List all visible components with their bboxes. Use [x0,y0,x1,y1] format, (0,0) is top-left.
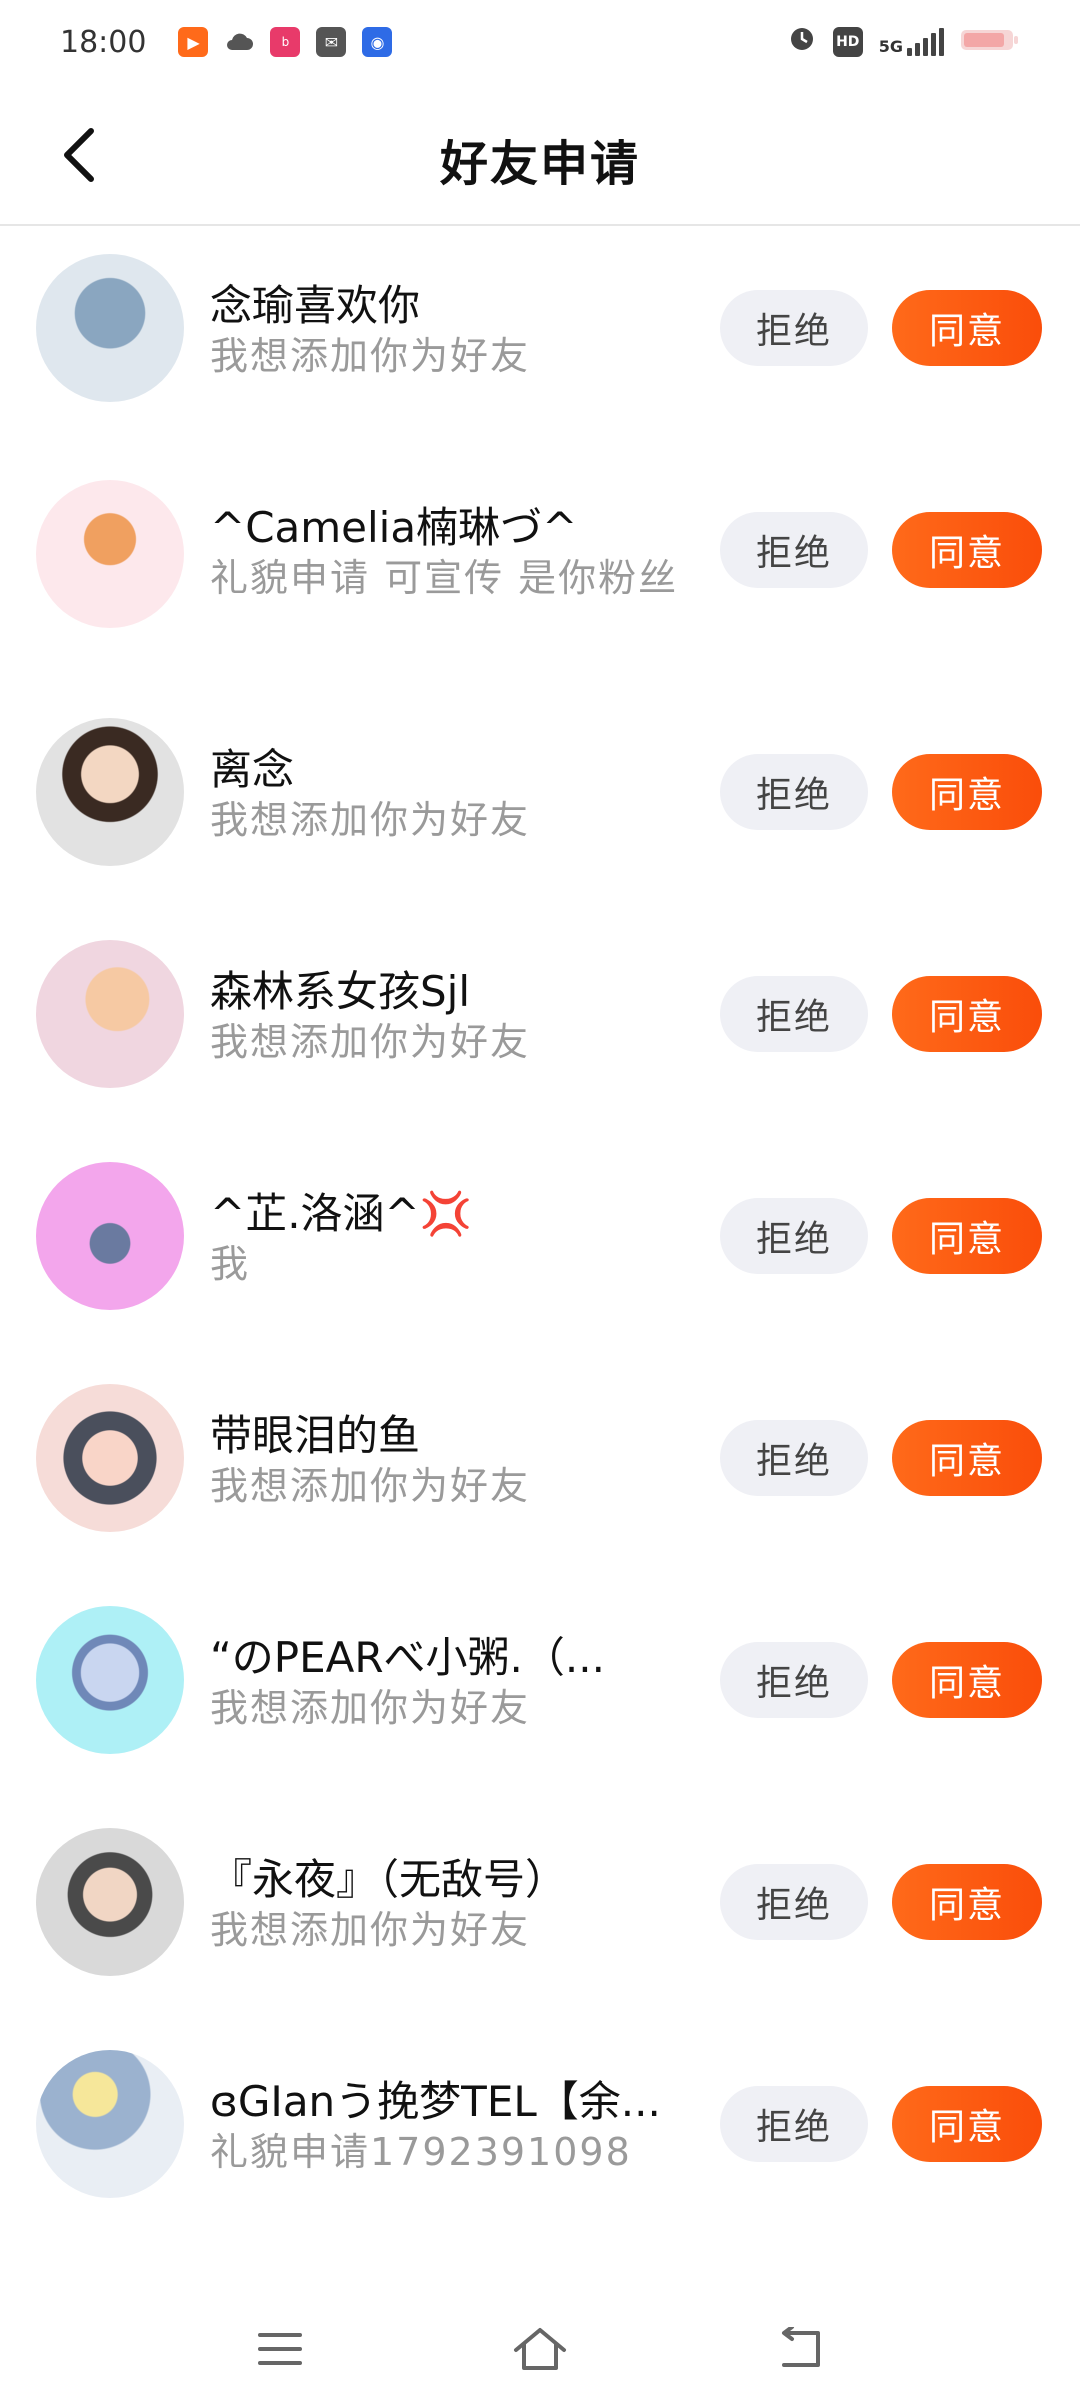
reject-button[interactable]: 拒绝 [720,754,868,830]
accept-button[interactable]: 同意 [892,1420,1042,1496]
list-item: ɞGIanう挽梦TEL【余... 礼貌申请1792391098 拒绝 同意 [0,2042,1080,2264]
list-item: 离念 我想添加你为好友 拒绝 同意 [0,710,1080,932]
request-message: 礼貌申请1792391098 [210,2130,632,2174]
cloud-icon [224,27,254,57]
avatar[interactable] [36,1828,184,1976]
request-name: ^Camelia楠琳づ^ [210,503,578,552]
accept-button[interactable]: 同意 [892,1864,1042,1940]
reject-button[interactable]: 拒绝 [720,976,868,1052]
list-item: ^芷.洛涵^💢 我 拒绝 同意 [0,1154,1080,1376]
menu-icon [258,2333,302,2365]
list-item: 森林系女孩Sjl 我想添加你为好友 拒绝 同意 [0,932,1080,1154]
system-nav-bar [0,2290,1080,2408]
bilibili-icon: b [270,27,301,57]
request-message: 我想添加你为好友 [210,1464,531,1508]
network-label: 5G [878,37,903,56]
status-right: HD 5G [787,23,1020,61]
accept-button[interactable]: 同意 [892,512,1042,588]
mail-icon: ✉ [316,27,347,57]
app-header: 好友申请 [0,84,1080,226]
request-message: 我想添加你为好友 [210,1686,531,1730]
reject-button[interactable]: 拒绝 [720,1420,868,1496]
status-left: 18:00 ▶ b ✉ ◉ [60,24,393,60]
list-item: “のPEARべ小粥.（... 我想添加你为好友 拒绝 同意 [0,1598,1080,1820]
page-title: 好友申请 [439,136,640,192]
baidu-icon: ◉ [362,27,393,57]
request-name: 带眼泪的鱼 [210,1411,421,1460]
request-message: 我想添加你为好友 [210,798,531,842]
avatar[interactable] [36,1162,184,1310]
kuaishou-icon: ▶ [178,27,209,57]
request-message: 我想添加你为好友 [210,334,531,378]
avatar[interactable] [36,1606,184,1754]
hd-icon: HD [832,27,863,57]
reject-button[interactable]: 拒绝 [720,1642,868,1718]
accept-button[interactable]: 同意 [892,290,1042,366]
status-time: 18:00 [60,24,147,60]
list-item: ^Camelia楠琳づ^ 礼貌申请 可宣传 是你粉丝 拒绝 同意 [0,450,1080,710]
request-message: 我 [210,1242,251,1286]
avatar[interactable] [36,940,184,1088]
reject-button[interactable]: 拒绝 [720,1198,868,1274]
reject-button[interactable]: 拒绝 [720,290,868,366]
avatar[interactable] [36,718,184,866]
accept-button[interactable]: 同意 [892,1198,1042,1274]
home-icon [514,2328,566,2370]
request-name: ɞGIanう挽梦TEL【余... [210,2077,661,2126]
avatar[interactable] [36,1384,184,1532]
avatar[interactable] [36,2050,184,2198]
back-icon [782,2327,820,2367]
battery-icon [960,25,1020,60]
list-item: 念瑜喜欢你 我想添加你为好友 拒绝 同意 [0,228,1080,450]
list-item: 带眼泪的鱼 我想添加你为好友 拒绝 同意 [0,1376,1080,1598]
avatar[interactable] [36,254,184,402]
menu-button[interactable] [240,2309,320,2389]
request-message: 礼貌申请 可宣传 是你粉丝 [210,556,679,600]
request-name: ^芷.洛涵^💢 [210,1189,473,1238]
request-name: 离念 [210,745,295,794]
request-message: 我想添加你为好友 [210,1908,531,1952]
back-nav-button[interactable] [760,2309,840,2389]
accept-button[interactable]: 同意 [892,754,1042,830]
home-button[interactable] [500,2309,580,2389]
accept-button[interactable]: 同意 [892,2086,1042,2162]
friend-request-list: 念瑜喜欢你 我想添加你为好友 拒绝 同意 ^Camelia楠琳づ^ 礼貌申请 可… [0,228,1080,2264]
accept-button[interactable]: 同意 [892,1642,1042,1718]
accept-button[interactable]: 同意 [892,976,1042,1052]
reject-button[interactable]: 拒绝 [720,512,868,588]
list-item: 『永夜』（无敌号） 我想添加你为好友 拒绝 同意 [0,1820,1080,2042]
request-name: 『永夜』（无敌号） [210,1855,568,1904]
reject-button[interactable]: 拒绝 [720,1864,868,1940]
reject-button[interactable]: 拒绝 [720,2086,868,2162]
alarm-icon [787,23,817,61]
request-name: 森林系女孩Sjl [210,967,470,1016]
avatar[interactable] [36,480,184,628]
signal-icon: 5G [879,28,944,56]
request-name: 念瑜喜欢你 [210,281,421,330]
status-bar: 18:00 ▶ b ✉ ◉ HD 5G [0,0,1080,84]
request-name: “のPEARべ小粥.（... [210,1633,605,1682]
request-message: 我想添加你为好友 [210,1020,531,1064]
